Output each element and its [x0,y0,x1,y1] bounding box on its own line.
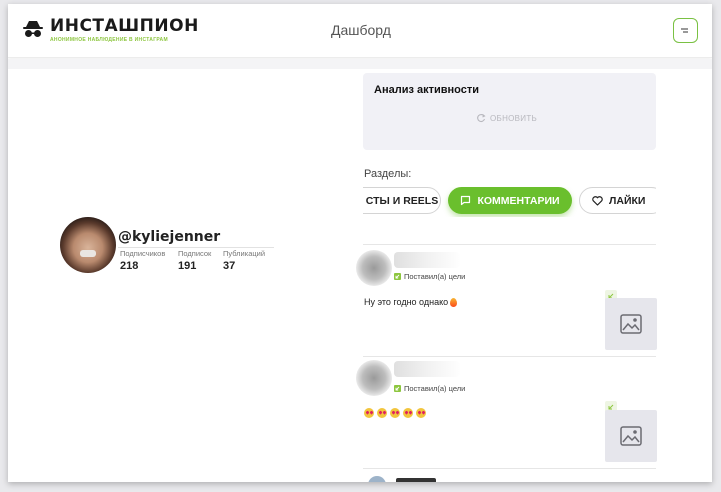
following-count: 191 [178,260,197,272]
comment-author-name [394,252,460,268]
image-icon [620,426,642,446]
comment-text-content: Ну это годно однако [364,297,449,307]
logo-title: ИНСТАШПИОН [50,16,199,36]
refresh-button[interactable]: ОБНОВИТЬ [476,113,537,123]
posts-label: Публикаций [223,249,266,258]
sections-label: Разделы: [364,168,412,180]
arrow-icon [394,273,401,280]
tab-posts-label: СТЫ И REELS [365,194,439,207]
sections-tabs: СТЫ И REELS КОММЕНТАРИИ ЛАЙКИ [363,187,656,217]
divider [363,468,656,469]
app-window: ИНСТАШПИОН анонимное наблюдение в инстаг… [8,4,712,482]
posts-count: 37 [223,260,236,272]
comment-status-text: Поставил(а) цели [404,384,466,393]
header-shadow-strip [8,59,712,69]
tab-posts-reels[interactable]: СТЫ И REELS [363,187,441,214]
activity-card: Анализ активности [363,73,656,150]
divider [363,356,656,357]
menu-button[interactable] [673,18,698,43]
comment-author-name [394,361,460,377]
header: ИНСТАШПИОН анонимное наблюдение в инстаг… [8,4,712,58]
refresh-icon [477,113,486,123]
logo[interactable]: ИНСТАШПИОН анонимное наблюдение в инстаг… [22,18,199,43]
followers-label: Подписчиков [120,249,166,258]
heart-eyes-emoji-icon [416,408,426,418]
spy-icon [23,21,43,37]
page-title: Дашборд [331,22,391,38]
comment-author-avatar [356,250,392,286]
arrow-icon [394,385,401,392]
followers-count: 218 [120,260,139,272]
comment-author-avatar [368,476,386,482]
comment-status: Поставил(а) цели [394,272,465,281]
tab-likes[interactable]: ЛАЙКИ [579,187,656,214]
heart-icon [592,195,603,206]
refresh-label: ОБНОВИТЬ [490,113,538,123]
heart-eyes-emoji-icon [377,408,387,418]
comment-text: Ну это годно однако [364,297,458,307]
tab-comments-label: КОММЕНТАРИИ [477,194,560,207]
tab-comments[interactable]: КОММЕНТАРИИ [448,187,572,214]
divider [118,247,274,248]
comment-author-name [396,478,436,482]
post-thumbnail[interactable] [605,410,657,462]
profile-username: @kyliejenner [118,229,221,245]
heart-eyes-emoji-icon [390,408,400,418]
comment-text [364,408,427,418]
logo-subtitle: анонимное наблюдение в инстаграм [50,37,168,43]
heart-eyes-emoji-icon [403,408,413,418]
comment-status-text: Поставил(а) цели [404,272,466,281]
tab-likes-label: ЛАЙКИ [609,194,646,207]
activity-title: Анализ активности [374,84,479,96]
following-label: Подписок [178,249,212,258]
comment-status: Поставил(а) цели [394,384,465,393]
avatar [60,217,116,273]
comment-icon [461,195,471,206]
divider [363,244,656,245]
heart-eyes-emoji-icon [364,408,374,418]
image-icon [620,314,642,334]
comment-author-avatar [356,360,392,396]
fire-emoji-icon [450,297,458,307]
post-thumbnail[interactable] [605,298,657,350]
menu-icon [681,28,688,32]
